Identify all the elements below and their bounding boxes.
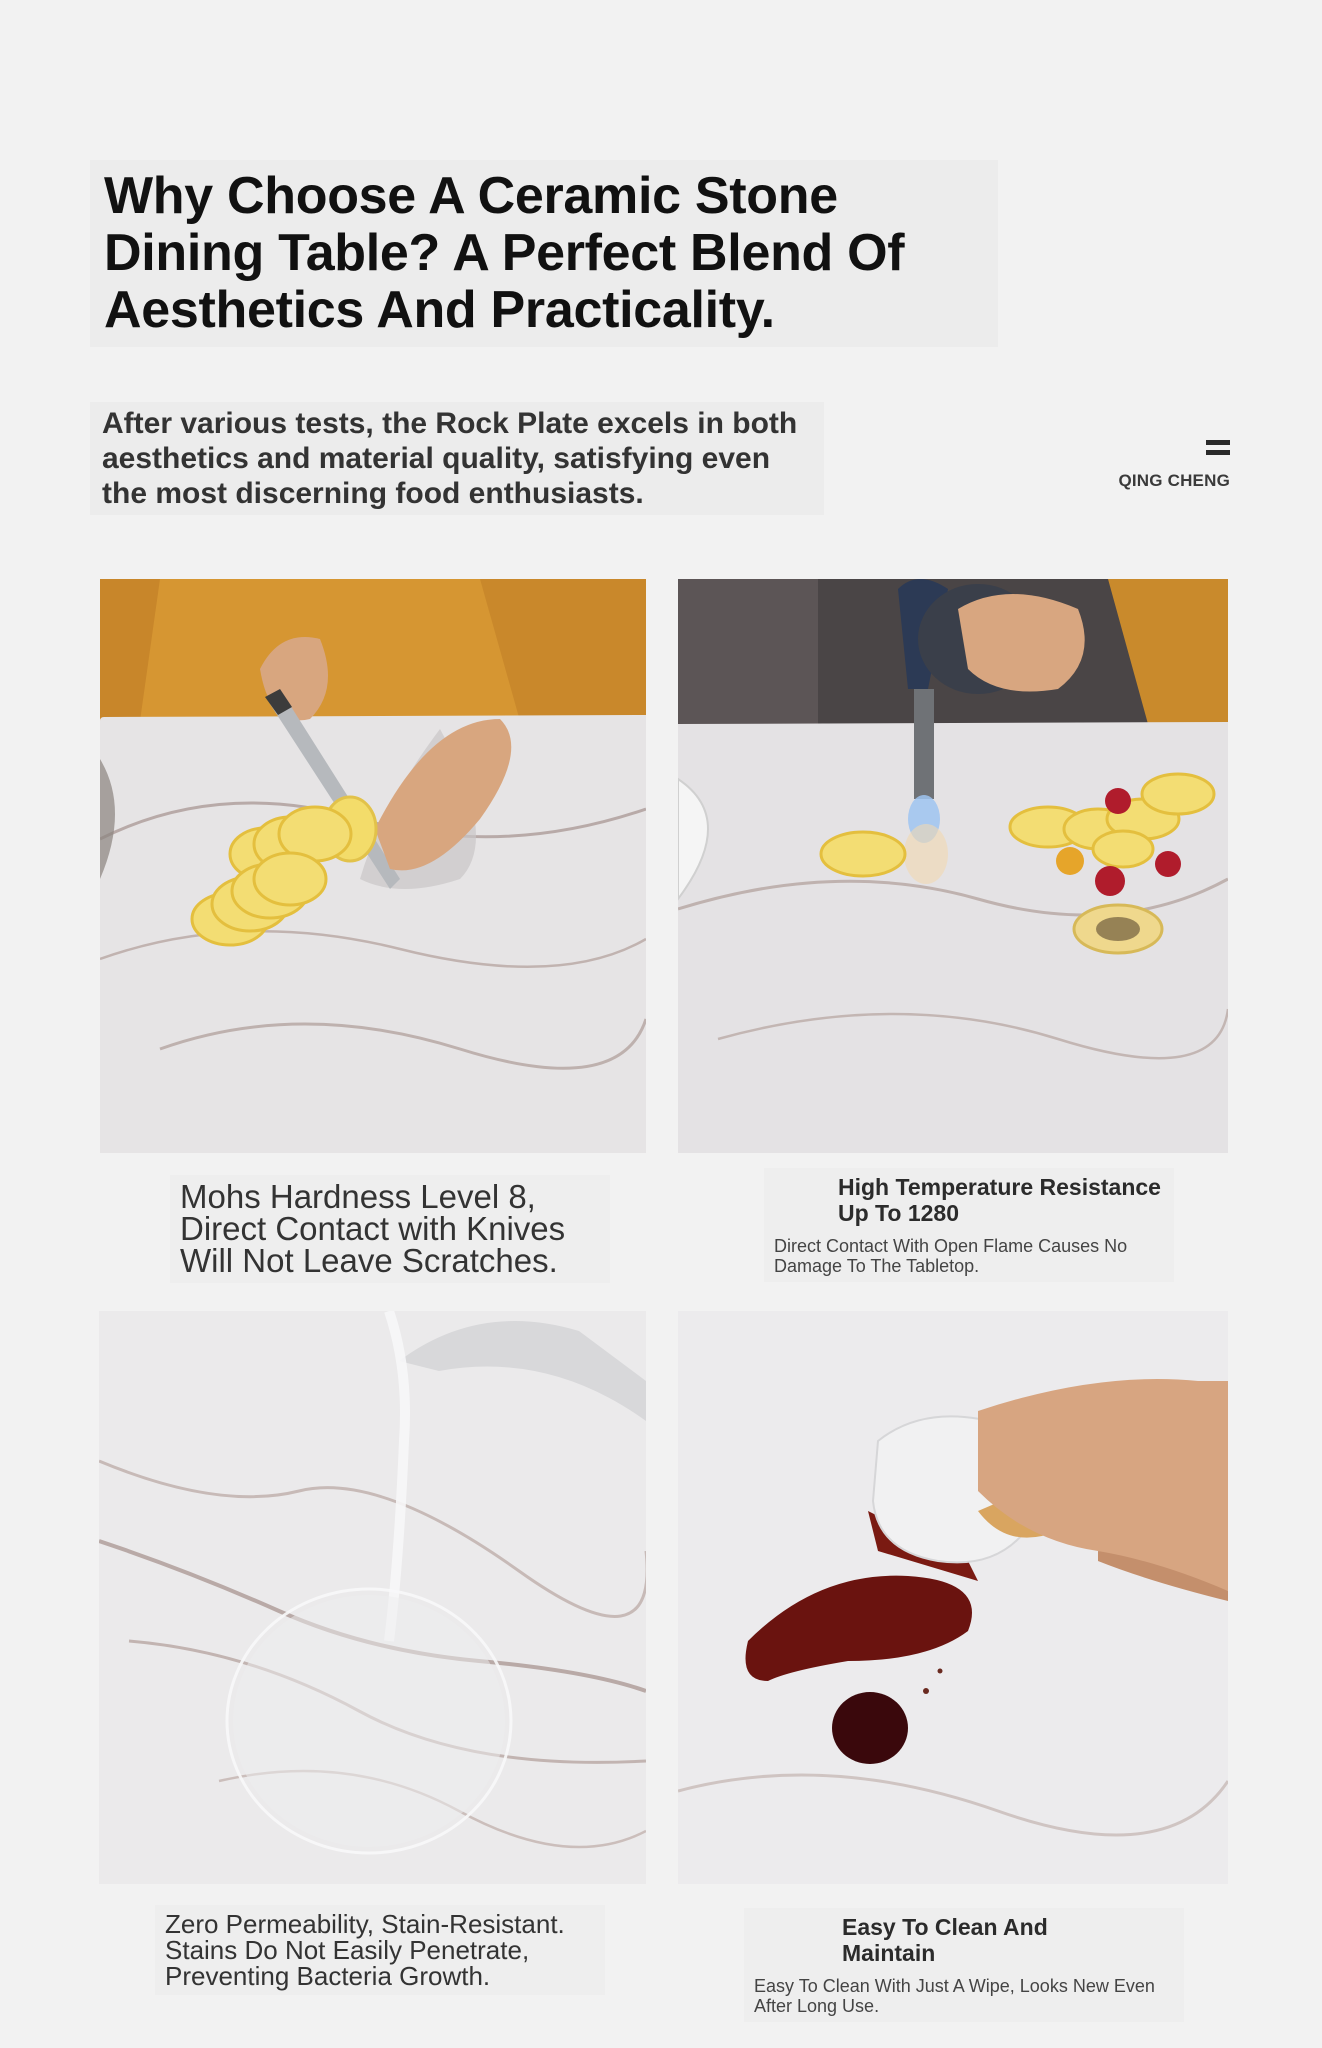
water-pouring-on-marble-photo [99,1311,646,1884]
knife-slicing-lemon-on-marble-photo [100,579,646,1153]
feature-caption-text: Mohs Hardness Level 8, Direct Contact wi… [180,1178,566,1279]
cloth-wiping-spill-photo [678,1311,1228,1884]
double-bar-icon [1206,440,1230,456]
feature-title: Easy To Clean And Maintain [842,1914,1048,1966]
feature-caption-cleaning: Easy To Clean And Maintain Easy To Clean… [744,1908,1184,2022]
feature-description: Direct Contact With Open Flame Causes No… [774,1236,1128,1276]
brand-logo: QING CHENG [1070,440,1230,491]
feature-description: Easy To Clean With Just A Wipe, Looks Ne… [754,1976,1155,2016]
feature-caption-hardness: Mohs Hardness Level 8, Direct Contact wi… [170,1175,610,1283]
feature-title: High Temperature Resistance Up To 1280 [838,1174,1161,1226]
feature-caption-permeability: Zero Permeability, Stain-Resistant. Stai… [155,1905,605,1995]
feature-caption-heat: High Temperature Resistance Up To 1280 D… [764,1168,1174,1282]
blowtorch-flame-on-marble-photo [678,579,1228,1153]
page-headline: Why Choose A Ceramic Stone Dining Table?… [90,160,998,347]
brand-name: QING CHENG [1118,471,1230,490]
feature-caption-text: Zero Permeability, Stain-Resistant. Stai… [165,1909,565,1991]
intro-paragraph: After various tests, the Rock Plate exce… [90,402,824,515]
